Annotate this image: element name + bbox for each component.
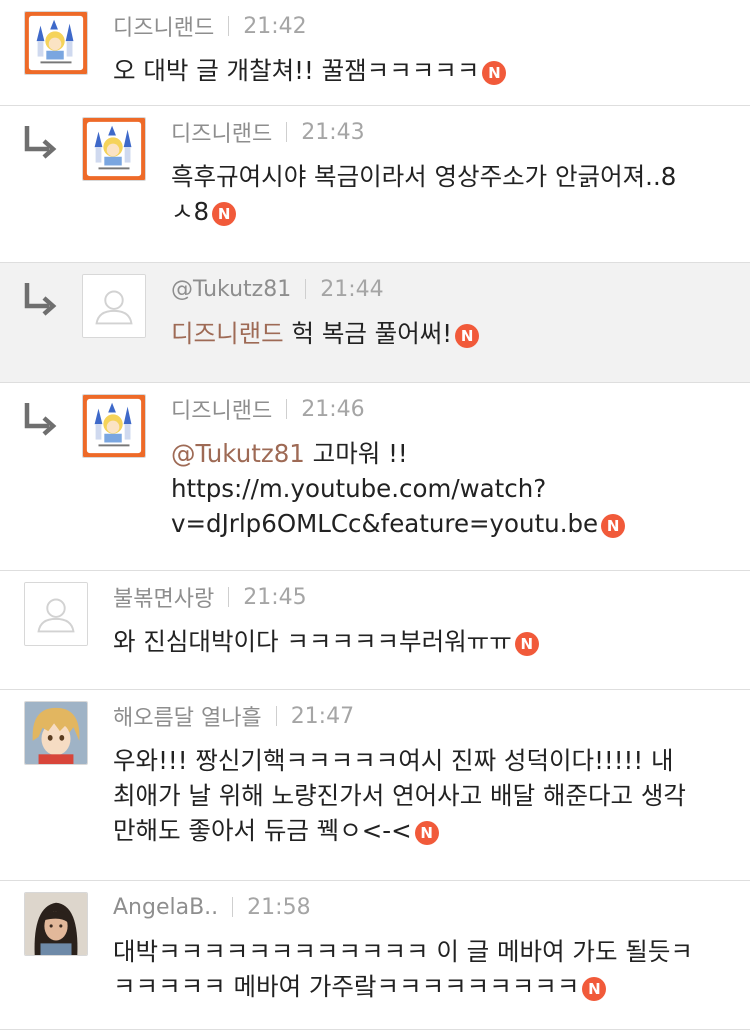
author-name[interactable]: 디즈니랜드 — [171, 393, 272, 425]
comment-line: 대박ㅋㅋㅋㅋㅋㅋㅋㅋㅋㅋㅋㅋ 이 글 메바여 가도 될듯ㅋ — [113, 934, 730, 969]
new-badge-icon: N — [482, 61, 507, 85]
comment-item[interactable]: 디즈니랜드 21:46 @Tukutz81 고마워 !! https://m.yo… — [0, 383, 750, 571]
comment-body: 와 진심대박이다 ㅋㅋㅋㅋㅋ부러워ㅠㅠ N — [113, 624, 730, 659]
reply-arrow-icon — [22, 281, 60, 319]
comment-text: 오 대박 글 개찰쳐!! 꿀잼ㅋㅋㅋㅋㅋ — [113, 56, 480, 85]
comment-item[interactable]: AngelaB.. 21:58 대박ㅋㅋㅋㅋㅋㅋㅋㅋㅋㅋㅋㅋ 이 글 메바여 가… — [0, 881, 750, 1030]
new-badge-icon: N — [582, 977, 607, 1001]
meta-divider — [286, 399, 288, 419]
comment-item[interactable]: 불볶면사랑 21:45 와 진심대박이다 ㅋㅋㅋㅋㅋ부러워ㅠㅠ N — [0, 571, 750, 690]
avatar[interactable] — [82, 274, 146, 338]
comment-meta: 디즈니랜드 21:46 — [171, 392, 365, 426]
comment-line: ㅋㅋㅋㅋㅋ 메바여 가주랔ㅋㅋㅋㅋㅋㅋㅋㅋㅋ N — [113, 969, 730, 1004]
new-badge-icon: N — [414, 821, 439, 845]
timestamp: 21:47 — [290, 703, 355, 729]
author-name[interactable]: @Tukutz81 — [171, 277, 291, 302]
comment-text: 흑후규여시야 복금이라서 영상주소가 안긁어져..8 — [171, 162, 677, 191]
meta-divider — [232, 897, 234, 917]
comment-text: 우와!!! 짱신기핵ㅋㅋㅋㅋㅋ여시 진짜 성덕이다!!!!! 내 — [113, 746, 674, 775]
comment-text: 헉 복금 풀어써! — [283, 319, 453, 348]
comment-meta: AngelaB.. 21:58 — [113, 890, 311, 924]
comment-item[interactable]: 디즈니랜드 21:42 오 대박 글 개찰쳐!! 꿀잼ㅋㅋㅋㅋㅋ N — [0, 0, 750, 106]
avatar[interactable] — [24, 701, 88, 765]
comment-line: 우와!!! 짱신기핵ㅋㅋㅋㅋㅋ여시 진짜 성덕이다!!!!! 내 — [113, 743, 730, 778]
comment-line: 와 진심대박이다 ㅋㅋㅋㅋㅋ부러워ㅠㅠ N — [113, 624, 730, 659]
comment-line: 디즈니랜드 헉 복금 풀어써! N — [171, 316, 730, 351]
author-name[interactable]: AngelaB.. — [113, 895, 218, 920]
timestamp: 21:58 — [247, 894, 311, 920]
comment-line: @Tukutz81 고마워 !! — [171, 436, 730, 471]
comment-item[interactable]: @Tukutz81 21:44 디즈니랜드 헉 복금 풀어써! N — [0, 263, 750, 383]
reply-arrow-icon — [22, 401, 60, 439]
avatar[interactable] — [82, 394, 146, 458]
comment-text: https://m.youtube.com/watch? — [171, 474, 547, 503]
comment-body: 오 대박 글 개찰쳐!! 꿀잼ㅋㅋㅋㅋㅋ N — [113, 53, 730, 88]
comment-body: 흑후규여시야 복금이라서 영상주소가 안긁어져..8 ㅅ8 N — [171, 159, 730, 229]
comment-meta: 디즈니랜드 21:43 — [171, 115, 365, 149]
meta-divider — [286, 122, 288, 142]
avatar[interactable] — [82, 117, 146, 181]
comment-text: ㅅ8 — [171, 197, 210, 226]
comment-text: 와 진심대박이다 ㅋㅋㅋㅋㅋ부러워ㅠㅠ — [113, 627, 512, 656]
comment-item[interactable]: 해오름달 열나흘 21:47 우와!!! 짱신기핵ㅋㅋㅋㅋㅋ여시 진짜 성덕이다… — [0, 690, 750, 881]
comment-list: 디즈니랜드 21:42 오 대박 글 개찰쳐!! 꿀잼ㅋㅋㅋㅋㅋ N 디즈니랜드 … — [0, 0, 750, 1030]
timestamp: 21:43 — [301, 119, 365, 145]
reply-arrow-icon — [22, 124, 60, 162]
comment-line: ㅅ8 N — [171, 194, 730, 229]
new-badge-icon: N — [514, 632, 539, 656]
timestamp: 21:45 — [243, 584, 307, 610]
comment-line: https://m.youtube.com/watch? — [171, 471, 730, 506]
comment-meta: 해오름달 열나흘 21:47 — [113, 699, 354, 733]
comment-text: v=dJrlp6OMLCc&feature=youtu.be — [171, 509, 599, 538]
meta-divider — [305, 279, 307, 299]
comment-text: 고마워 !! — [304, 439, 408, 468]
author-name[interactable]: 디즈니랜드 — [113, 10, 214, 42]
comment-body: 우와!!! 짱신기핵ㅋㅋㅋㅋㅋ여시 진짜 성덕이다!!!!! 내최애가 날 위해… — [113, 743, 730, 848]
author-name[interactable]: 불볶면사랑 — [113, 581, 214, 613]
comment-item[interactable]: 디즈니랜드 21:43 흑후규여시야 복금이라서 영상주소가 안긁어져..8 ㅅ8… — [0, 106, 750, 263]
timestamp: 21:46 — [301, 396, 365, 422]
comment-text: 최애가 날 위해 노량진가서 연어사고 배달 해준다고 생각 — [113, 781, 686, 810]
comment-text: ㅋㅋㅋㅋㅋ 메바여 가주랔ㅋㅋㅋㅋㅋㅋㅋㅋㅋ — [113, 972, 580, 1001]
comment-line: 만해도 좋아서 듀금 꿱ㅇ<-< N — [113, 813, 730, 848]
meta-divider — [228, 16, 230, 36]
timestamp: 21:42 — [243, 13, 307, 39]
comment-body: 대박ㅋㅋㅋㅋㅋㅋㅋㅋㅋㅋㅋㅋ 이 글 메바여 가도 될듯ㅋ ㅋㅋㅋㅋㅋ 메바여 가… — [113, 934, 730, 1004]
comment-line: v=dJrlp6OMLCc&feature=youtu.be N — [171, 506, 730, 541]
avatar[interactable] — [24, 582, 88, 646]
meta-divider — [275, 706, 277, 726]
comment-meta: 불볶면사랑 21:45 — [113, 580, 307, 614]
new-badge-icon: N — [601, 514, 626, 538]
comment-text: 만해도 좋아서 듀금 꿱ㅇ<-< — [113, 816, 412, 845]
comment-line: 오 대박 글 개찰쳐!! 꿀잼ㅋㅋㅋㅋㅋ N — [113, 53, 730, 88]
new-badge-icon: N — [455, 324, 480, 348]
new-badge-icon: N — [212, 202, 237, 226]
comment-body: @Tukutz81 고마워 !! https://m.youtube.com/wa… — [171, 436, 730, 541]
avatar[interactable] — [24, 11, 88, 75]
author-name[interactable]: 해오름달 열나흘 — [113, 700, 262, 732]
comment-meta: @Tukutz81 21:44 — [171, 272, 384, 306]
comment-line: 최애가 날 위해 노량진가서 연어사고 배달 해준다고 생각 — [113, 778, 730, 813]
comment-line: 흑후규여시야 복금이라서 영상주소가 안긁어져..8 — [171, 159, 730, 194]
mention-link[interactable]: 디즈니랜드 — [171, 319, 284, 348]
timestamp: 21:44 — [320, 276, 384, 302]
comment-meta: 디즈니랜드 21:42 — [113, 9, 307, 43]
avatar[interactable] — [24, 892, 88, 956]
author-name[interactable]: 디즈니랜드 — [171, 116, 272, 148]
comment-text: 대박ㅋㅋㅋㅋㅋㅋㅋㅋㅋㅋㅋㅋ 이 글 메바여 가도 될듯ㅋ — [113, 937, 693, 966]
comment-body: 디즈니랜드 헉 복금 풀어써! N — [171, 316, 730, 351]
mention-link[interactable]: @Tukutz81 — [171, 439, 305, 468]
meta-divider — [228, 587, 230, 607]
